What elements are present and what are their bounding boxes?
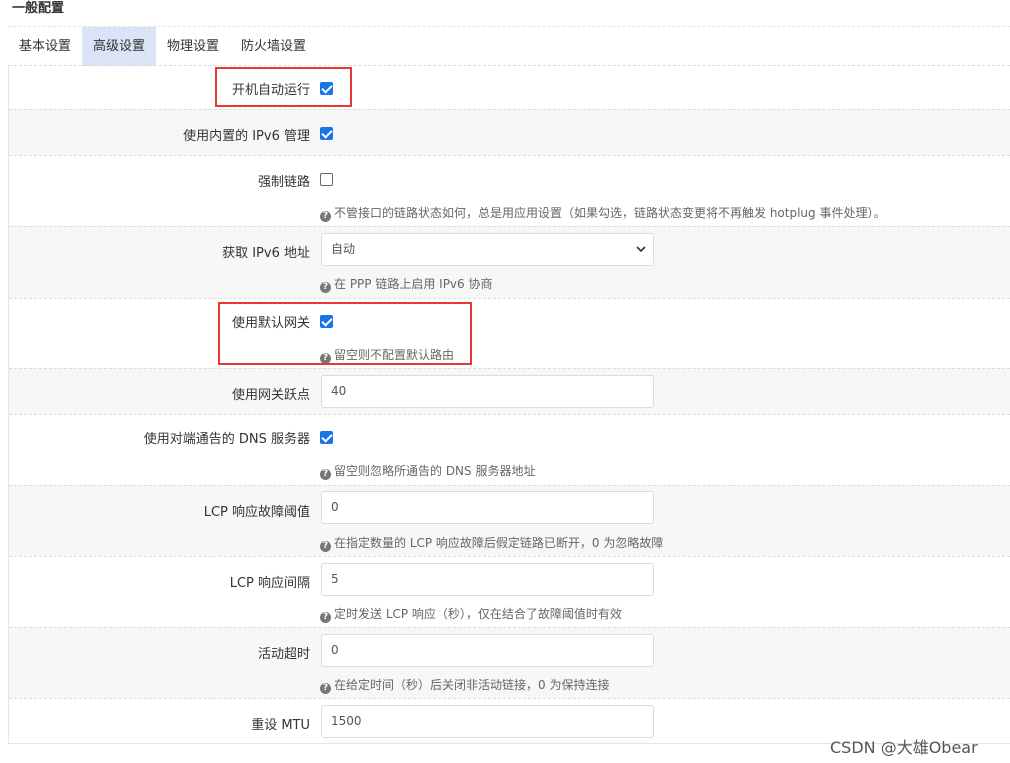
default-gw-hint: ? 留空则不配置默认路由	[320, 346, 454, 364]
tab-basic[interactable]: 基本设置	[8, 27, 82, 66]
lcp-interval-input[interactable]: 5	[321, 563, 654, 596]
ipv6-addr-label: 获取 IPv6 地址	[222, 246, 310, 261]
tab-physical[interactable]: 物理设置	[156, 27, 230, 66]
lcp-interval-hint: ? 定时发送 LCP 响应（秒），仅在结合了故障阈值时有效	[320, 605, 622, 623]
ipv6-addr-select[interactable]: 自动	[321, 233, 654, 266]
chevron-down-icon	[636, 246, 646, 253]
section-title: 一般配置	[12, 1, 65, 16]
gw-metric-input[interactable]: 40	[321, 375, 654, 408]
lcp-fail-input[interactable]: 0	[321, 491, 654, 524]
ipv6-mgmt-checkbox[interactable]	[320, 127, 333, 140]
row-gw-metric: 使用网关跃点 40	[9, 368, 1010, 414]
force-link-hint: ? 不管接口的链路状态如何，总是用应用设置（如果勾选，链路状态变更将不再触发 ho…	[320, 204, 885, 222]
row-ipv6-mgmt: 使用内置的 IPv6 管理	[9, 109, 1010, 155]
lcp-interval-label: LCP 响应间隔	[229, 576, 310, 591]
gw-metric-label: 使用网关跃点	[231, 388, 310, 403]
force-link-label: 强制链路	[257, 175, 310, 190]
default-gw-label: 使用默认网关	[231, 316, 310, 331]
ipv6-addr-value: 自动	[331, 242, 356, 256]
auto-start-label: 开机自动运行	[231, 83, 310, 98]
tab-advanced[interactable]: 高级设置	[82, 27, 157, 66]
peer-dns-hint: ? 留空则忽略所通告的 DNS 服务器地址	[320, 462, 535, 480]
row-lcp-interval: LCP 响应间隔 5 ? 定时发送 LCP 响应（秒），仅在结合了故障阈值时有效	[9, 556, 1010, 627]
settings-panel: 开机自动运行 使用内置的 IPv6 管理 强制链路 ? 不管接口的链路状态如何，总…	[8, 65, 1010, 744]
tab-firewall[interactable]: 防火墙设置	[230, 27, 317, 66]
row-peer-dns: 使用对端通告的 DNS 服务器 ? 留空则忽略所通告的 DNS 服务器地址	[9, 414, 1010, 485]
lcp-fail-hint: ? 在指定数量的 LCP 响应故障后假定链路已断开，0 为忽略故障	[320, 534, 663, 552]
idle-timeout-label: 活动超时	[257, 647, 310, 662]
lcp-fail-label: LCP 响应故障阈值	[203, 505, 310, 520]
help-icon: ?	[320, 469, 331, 480]
help-icon: ?	[320, 683, 331, 694]
tab-bar: 基本设置 高级设置 物理设置 防火墙设置	[8, 26, 1010, 66]
force-link-checkbox[interactable]	[320, 173, 333, 186]
help-icon: ?	[320, 541, 331, 552]
ipv6-addr-hint: ? 在 PPP 链路上启用 IPv6 协商	[320, 275, 492, 293]
help-icon: ?	[320, 353, 331, 364]
watermark: CSDN @大雄Obear	[830, 738, 978, 757]
mtu-label: 重设 MTU	[251, 718, 310, 733]
row-default-gw: 使用默认网关 ? 留空则不配置默认路由	[9, 298, 1010, 368]
mtu-input[interactable]: 1500	[321, 705, 654, 738]
row-lcp-fail: LCP 响应故障阈值 0 ? 在指定数量的 LCP 响应故障后假定链路已断开，0 …	[9, 485, 1010, 556]
row-force-link: 强制链路 ? 不管接口的链路状态如何，总是用应用设置（如果勾选，链路状态变更将不再…	[9, 155, 1010, 226]
idle-timeout-hint: ? 在给定时间（秒）后关闭非活动链接，0 为保持连接	[320, 676, 609, 694]
row-auto-start: 开机自动运行	[9, 65, 1010, 109]
peer-dns-label: 使用对端通告的 DNS 服务器	[143, 432, 310, 447]
ipv6-mgmt-label: 使用内置的 IPv6 管理	[183, 129, 310, 144]
help-icon: ?	[320, 211, 331, 222]
default-gw-checkbox[interactable]	[320, 315, 333, 328]
peer-dns-checkbox[interactable]	[320, 431, 333, 444]
idle-timeout-input[interactable]: 0	[321, 634, 654, 667]
help-icon: ?	[320, 282, 331, 293]
help-icon: ?	[320, 612, 331, 623]
row-ipv6-addr: 获取 IPv6 地址 自动 ? 在 PPP 链路上启用 IPv6 协商	[9, 226, 1010, 298]
auto-start-checkbox[interactable]	[320, 82, 333, 95]
row-idle-timeout: 活动超时 0 ? 在给定时间（秒）后关闭非活动链接，0 为保持连接	[9, 627, 1010, 698]
